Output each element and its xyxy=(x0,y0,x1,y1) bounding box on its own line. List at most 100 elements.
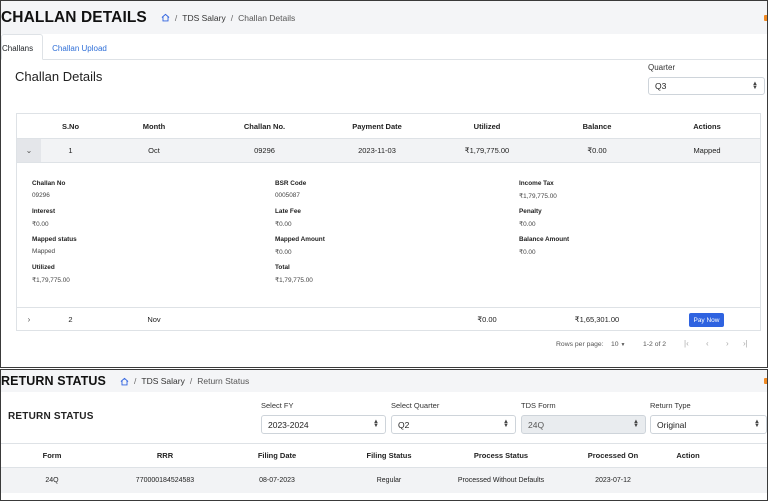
detail-value: ₹0.00 xyxy=(32,221,49,228)
accent-marker xyxy=(764,378,767,384)
column-header: Balance xyxy=(582,121,612,131)
select-arrows-icon: ▲ ▼ xyxy=(503,419,509,429)
page-title: RETURN STATUS xyxy=(1,374,106,388)
fy-select[interactable]: 2023-2024 ▲ ▼ xyxy=(261,415,386,434)
page-title: CHALLAN DETAILS xyxy=(1,8,147,26)
cell-challan-no: 09296 xyxy=(254,146,275,155)
column-header: Processed On xyxy=(587,451,639,460)
breadcrumb-separator: / xyxy=(189,376,193,386)
tab-challans[interactable]: Challans xyxy=(1,34,44,60)
first-page-icon[interactable]: |‹ xyxy=(684,339,689,348)
detail-value: Mapped xyxy=(32,248,56,255)
detail-label: Late Fee xyxy=(275,208,301,215)
detail-value: ₹0.00 xyxy=(275,249,292,256)
status-badge: Mapped xyxy=(693,146,721,155)
select-arrows-icon: ▲ ▼ xyxy=(633,419,639,429)
column-header: RRR xyxy=(156,451,174,460)
cell-form: 24Q xyxy=(45,477,59,484)
table-header: S.No Month Challan No. Payment Date Util… xyxy=(17,114,760,139)
detail-label: Mapped Amount xyxy=(275,236,325,243)
tds-form-select: 24Q ▲ ▼ xyxy=(521,415,646,434)
column-header: S.No xyxy=(61,121,80,131)
cell-payment-date: 2023-11-03 xyxy=(358,146,396,155)
section-title: RETURN STATUS xyxy=(8,411,94,422)
column-header: Action xyxy=(676,451,700,460)
detail-value: ₹0.00 xyxy=(519,249,536,256)
breadcrumb: / TDS Salary / Challan Details xyxy=(161,13,295,23)
breadcrumb-separator: / xyxy=(230,12,234,23)
column-header: Filing Date xyxy=(257,451,297,460)
detail-value: 09296 xyxy=(32,192,50,199)
rows-per-page-select[interactable]: 10 ▼ xyxy=(611,341,625,348)
breadcrumb-current: Return Status xyxy=(197,376,250,386)
home-icon[interactable] xyxy=(120,377,129,386)
select-arrows-icon: ▲ ▼ xyxy=(752,81,758,91)
detail-label: BSR Code xyxy=(275,180,307,187)
detail-value: ₹0.00 xyxy=(275,221,292,228)
table-header: Form RRR Filing Date Filing Status Proce… xyxy=(1,443,767,468)
cell-filing-date: 08-07-2023 xyxy=(259,477,295,484)
breadcrumb-separator: / xyxy=(174,12,178,23)
table-row[interactable]: ⌄ 1 Oct 09296 2023-11-03 ₹1,79,775.00 ₹0… xyxy=(17,139,760,163)
breadcrumb-section[interactable]: TDS Salary xyxy=(182,13,225,23)
page-range: 1-2 of 2 xyxy=(643,341,667,348)
cell-balance: ₹1,65,301.00 xyxy=(574,315,620,324)
detail-label: Mapped status xyxy=(32,236,77,243)
column-header: Process Status xyxy=(473,451,529,460)
cell-sno: 1 xyxy=(68,146,73,155)
table-row[interactable]: › 2 Nov ₹0.00 ₹1,65,301.00 Pay Now xyxy=(17,307,760,331)
return-type-select-value: Original xyxy=(657,419,687,430)
fy-select-value: 2023-2024 xyxy=(268,419,309,430)
last-page-icon[interactable]: ›| xyxy=(743,339,748,348)
breadcrumb: / TDS Salary / Return Status xyxy=(120,376,249,386)
page-header: CHALLAN DETAILS / TDS Salary / Challan D… xyxy=(1,1,767,34)
cell-sno: 2 xyxy=(68,315,73,324)
table-row: 24Q 770000184524583 08-07-2023 Regular P… xyxy=(1,468,767,493)
select-arrows-icon: ▲ ▼ xyxy=(373,419,379,429)
challan-detail-panel: Challan No 09296 BSR Code 0005087 Income… xyxy=(17,163,760,307)
section-title: Challan Details xyxy=(15,69,103,84)
cell-balance: ₹0.00 xyxy=(587,146,607,155)
quarter-select[interactable]: Q3 ▲ ▼ xyxy=(648,77,765,95)
cell-payment-date xyxy=(342,308,412,331)
caret-down-icon: ▼ xyxy=(620,342,626,348)
quarter-select[interactable]: Q2 ▲ ▼ xyxy=(391,415,516,434)
tab-bar: Challans Challan Upload xyxy=(1,34,767,60)
expand-row-button[interactable]: › xyxy=(17,308,41,331)
tds-form-label: TDS Form xyxy=(521,401,556,410)
cell-rrr: 770000184524583 xyxy=(135,477,195,484)
detail-label: Penalty xyxy=(519,208,542,215)
prev-page-icon[interactable]: ‹ xyxy=(706,339,709,348)
chevron-down-icon: ⌄ xyxy=(25,146,33,155)
rows-per-page-label: Rows per page: xyxy=(556,341,604,348)
collapse-row-button[interactable]: ⌄ xyxy=(17,139,41,162)
column-header: Payment Date xyxy=(352,121,402,131)
detail-label: Balance Amount xyxy=(519,236,570,243)
quarter-select-value: Q2 xyxy=(398,419,410,430)
detail-label: Total xyxy=(275,264,290,271)
column-header: Filing Status xyxy=(366,451,412,460)
chevron-right-icon: › xyxy=(27,315,31,324)
return-status-panel: RETURN STATUS / TDS Salary / Return Stat… xyxy=(0,369,768,501)
detail-label: Interest xyxy=(32,208,56,215)
next-page-icon[interactable]: › xyxy=(726,339,729,348)
breadcrumb-section[interactable]: TDS Salary xyxy=(141,376,184,386)
cell-filing-status: Regular xyxy=(376,477,402,484)
column-header: Month xyxy=(142,121,166,131)
detail-label: Utilized xyxy=(32,264,55,271)
page-header: RETURN STATUS / TDS Salary / Return Stat… xyxy=(1,370,767,392)
accent-marker xyxy=(764,15,767,21)
pay-now-button[interactable]: Pay Now xyxy=(689,313,724,327)
return-type-select[interactable]: Original ▲ ▼ xyxy=(650,415,767,434)
cell-utilized: ₹0.00 xyxy=(477,315,497,324)
detail-label: Income Tax xyxy=(519,180,554,187)
detail-value: ₹1,79,775.00 xyxy=(519,193,557,200)
tab-challan-upload[interactable]: Challan Upload xyxy=(43,35,116,59)
detail-value: ₹1,79,775.00 xyxy=(32,277,70,284)
detail-label: Challan No xyxy=(32,180,66,187)
return-type-label: Return Type xyxy=(650,401,691,410)
breadcrumb-separator: / xyxy=(134,376,137,386)
select-arrows-icon: ▲ ▼ xyxy=(754,419,760,429)
home-icon[interactable] xyxy=(161,13,170,22)
cell-month: Nov xyxy=(147,315,161,324)
